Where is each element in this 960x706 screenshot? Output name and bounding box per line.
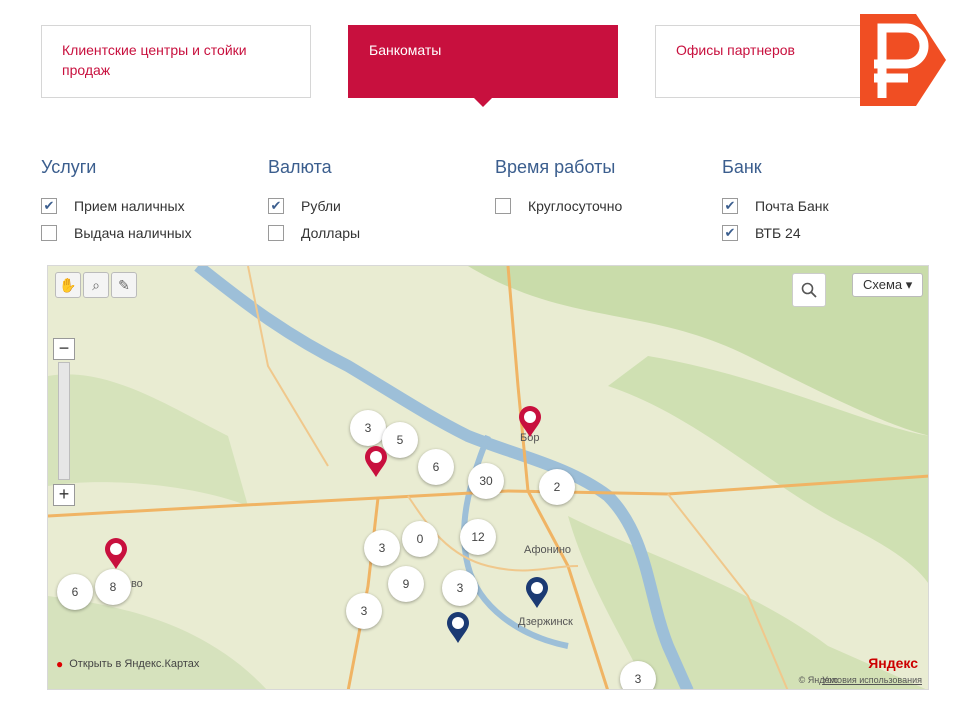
checkbox-rubles[interactable]: ✔: [268, 197, 284, 214]
filter-title-currency: Валюта: [268, 157, 332, 177]
tab-partner-offices[interactable]: Офисы партнеров: [655, 25, 865, 98]
option-cash-in[interactable]: ✔ Прием наличных: [41, 192, 241, 219]
pochta-bank-pin-icon[interactable]: [104, 538, 128, 570]
atm-cluster[interactable]: 8: [95, 569, 131, 605]
option-cash-out[interactable]: Выдача наличных: [41, 219, 241, 246]
atm-cluster[interactable]: 9: [388, 566, 424, 602]
atm-cluster[interactable]: 3: [350, 410, 386, 446]
atm-cluster[interactable]: 2: [539, 469, 575, 505]
tab-client-centers-label: Клиентские центры и стойки продаж: [62, 42, 247, 78]
checkbox-pochta-bank[interactable]: ✔: [722, 197, 738, 214]
tab-partner-offices-label: Офисы партнеров: [676, 42, 795, 58]
checkbox-vtb24[interactable]: ✔: [722, 224, 738, 241]
filter-title-hours: Время работы: [495, 157, 616, 177]
map-pin-icon: ●: [56, 657, 64, 671]
vtb24-pin-icon[interactable]: [525, 577, 549, 609]
atm-cluster[interactable]: 30: [468, 463, 504, 499]
option-cash-out-label: Выдача наличных: [74, 224, 192, 241]
atm-cluster[interactable]: 6: [57, 574, 93, 610]
filter-currency: Валюта ✔ Рубли Доллары: [268, 157, 468, 246]
option-vtb24[interactable]: ✔ ВТБ 24: [722, 219, 922, 246]
place-label: Афонино: [524, 544, 572, 556]
checkbox-cash-in[interactable]: ✔: [41, 197, 57, 214]
filter-hours: Время работы Круглосуточно: [495, 157, 695, 219]
map[interactable]: ✋ ⌕ ✎ − + Схема ▾ Бор Афонино Кстово Дзе…: [47, 265, 929, 690]
checkbox-24h[interactable]: [495, 197, 511, 214]
open-in-yandex-link[interactable]: ● Открыть в Яндекс.Картах: [56, 657, 199, 671]
open-in-yandex-label: Открыть в Яндекс.Картах: [69, 658, 200, 670]
tab-atms[interactable]: Банкоматы: [348, 25, 618, 107]
option-vtb24-label: ВТБ 24: [755, 224, 801, 241]
search-icon: [801, 282, 817, 298]
tab-atms-label: Банкоматы: [369, 42, 442, 58]
vtb24-pin-icon[interactable]: [446, 612, 470, 644]
active-tab-arrow: [473, 97, 493, 107]
yandex-logo: Яндекс: [868, 655, 918, 671]
place-label: Дзержинск: [518, 616, 573, 628]
option-24h[interactable]: Круглосуточно: [495, 192, 695, 219]
atm-cluster[interactable]: 3: [364, 530, 400, 566]
ruler-tool-icon[interactable]: ✎: [111, 272, 137, 298]
zoom-in-button[interactable]: +: [53, 484, 75, 506]
atm-cluster[interactable]: 3: [442, 570, 478, 606]
option-24h-label: Круглосуточно: [528, 197, 623, 214]
zoom-slider[interactable]: [58, 362, 70, 480]
option-dollars-label: Доллары: [301, 224, 361, 241]
atm-cluster[interactable]: 3: [346, 593, 382, 629]
option-pochta-bank-label: Почта Банк: [755, 197, 829, 214]
checkbox-cash-out[interactable]: [41, 224, 57, 241]
atm-cluster[interactable]: 6: [418, 449, 454, 485]
ruble-logo-icon: [860, 14, 946, 106]
option-rubles-label: Рубли: [301, 197, 341, 214]
magnifier-tool-icon[interactable]: ⌕: [83, 272, 109, 298]
tab-client-centers[interactable]: Клиентские центры и стойки продаж: [41, 25, 311, 98]
zoom-out-button[interactable]: −: [53, 338, 75, 360]
pochta-bank-pin-icon[interactable]: [518, 406, 542, 438]
filter-services: Услуги ✔ Прием наличных Выдача наличных: [41, 157, 241, 246]
checkbox-dollars[interactable]: [268, 224, 284, 241]
map-layer-select[interactable]: Схема ▾: [852, 273, 924, 297]
atm-cluster[interactable]: 3: [620, 661, 656, 689]
filter-bank: Банк ✔ Почта Банк ✔ ВТБ 24: [722, 157, 922, 246]
atm-cluster[interactable]: 12: [460, 519, 496, 555]
filter-title-services: Услуги: [41, 157, 97, 177]
terms-link[interactable]: Условия использования: [822, 675, 922, 685]
option-dollars[interactable]: Доллары: [268, 219, 468, 246]
pochta-bank-pin-icon[interactable]: [364, 446, 388, 478]
map-search-button[interactable]: [792, 273, 826, 307]
option-rubles[interactable]: ✔ Рубли: [268, 192, 468, 219]
option-cash-in-label: Прием наличных: [74, 197, 185, 214]
atm-cluster[interactable]: 0: [402, 521, 438, 557]
hand-tool-icon[interactable]: ✋: [55, 272, 81, 298]
filter-title-bank: Банк: [722, 157, 762, 177]
option-pochta-bank[interactable]: ✔ Почта Банк: [722, 192, 922, 219]
